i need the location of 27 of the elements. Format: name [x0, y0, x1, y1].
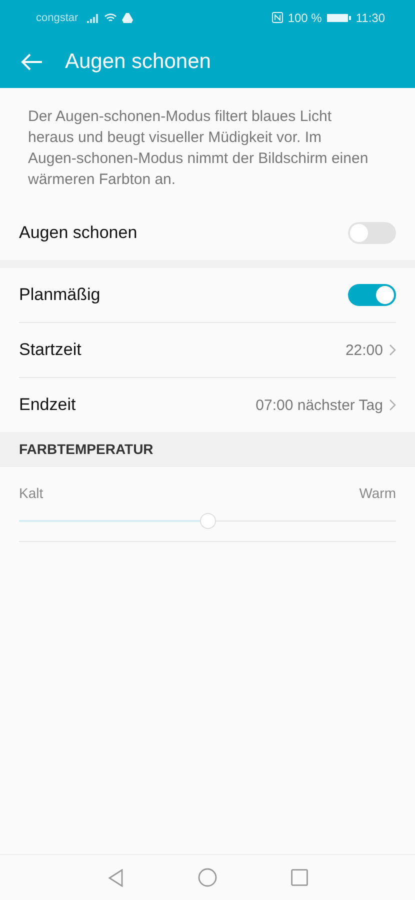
- recents-icon[interactable]: [290, 869, 308, 886]
- signal-icon: [87, 12, 100, 22]
- chevron-right-icon: [389, 344, 396, 356]
- nfc-icon: [272, 12, 283, 23]
- slider-min-label: Kalt: [19, 485, 44, 501]
- setting-label: Startzeit: [19, 340, 82, 360]
- home-icon[interactable]: [198, 868, 216, 887]
- clock-time: 11:30: [356, 10, 385, 24]
- setting-value[interactable]: 07:00 nächster Tag: [256, 396, 383, 414]
- slider-max-label: Warm: [359, 485, 396, 501]
- back-icon[interactable]: [108, 868, 124, 886]
- toggle-switch[interactable]: [348, 284, 396, 306]
- setting-value[interactable]: 22:00: [345, 342, 383, 358]
- section-header: FARBTEMPERATUR: [0, 432, 415, 467]
- battery-percent: 100 %: [288, 10, 322, 24]
- toggle-switch[interactable]: [348, 222, 396, 244]
- slider-thumb[interactable]: [200, 513, 216, 529]
- chevron-right-icon: [389, 399, 396, 411]
- setting-label: Augen schonen: [19, 223, 138, 243]
- wifi-icon: [104, 12, 118, 22]
- carrier-name: congstar: [36, 12, 78, 24]
- back-arrow-icon[interactable]: [21, 52, 43, 70]
- page-title: Augen schonen: [65, 50, 211, 74]
- setting-label: Planmäßig: [19, 285, 100, 305]
- battery-icon: [326, 12, 351, 22]
- setting-label: Endzeit: [19, 395, 76, 415]
- description-text: Der Augen-schonen-Modus filtert blaues Licht heraus und beugt visueller Müdigkeit vor. Im Augen-schonen-Modus nimmt der Bildschirm einen wärmeren Farbton an.: [27, 107, 370, 190]
